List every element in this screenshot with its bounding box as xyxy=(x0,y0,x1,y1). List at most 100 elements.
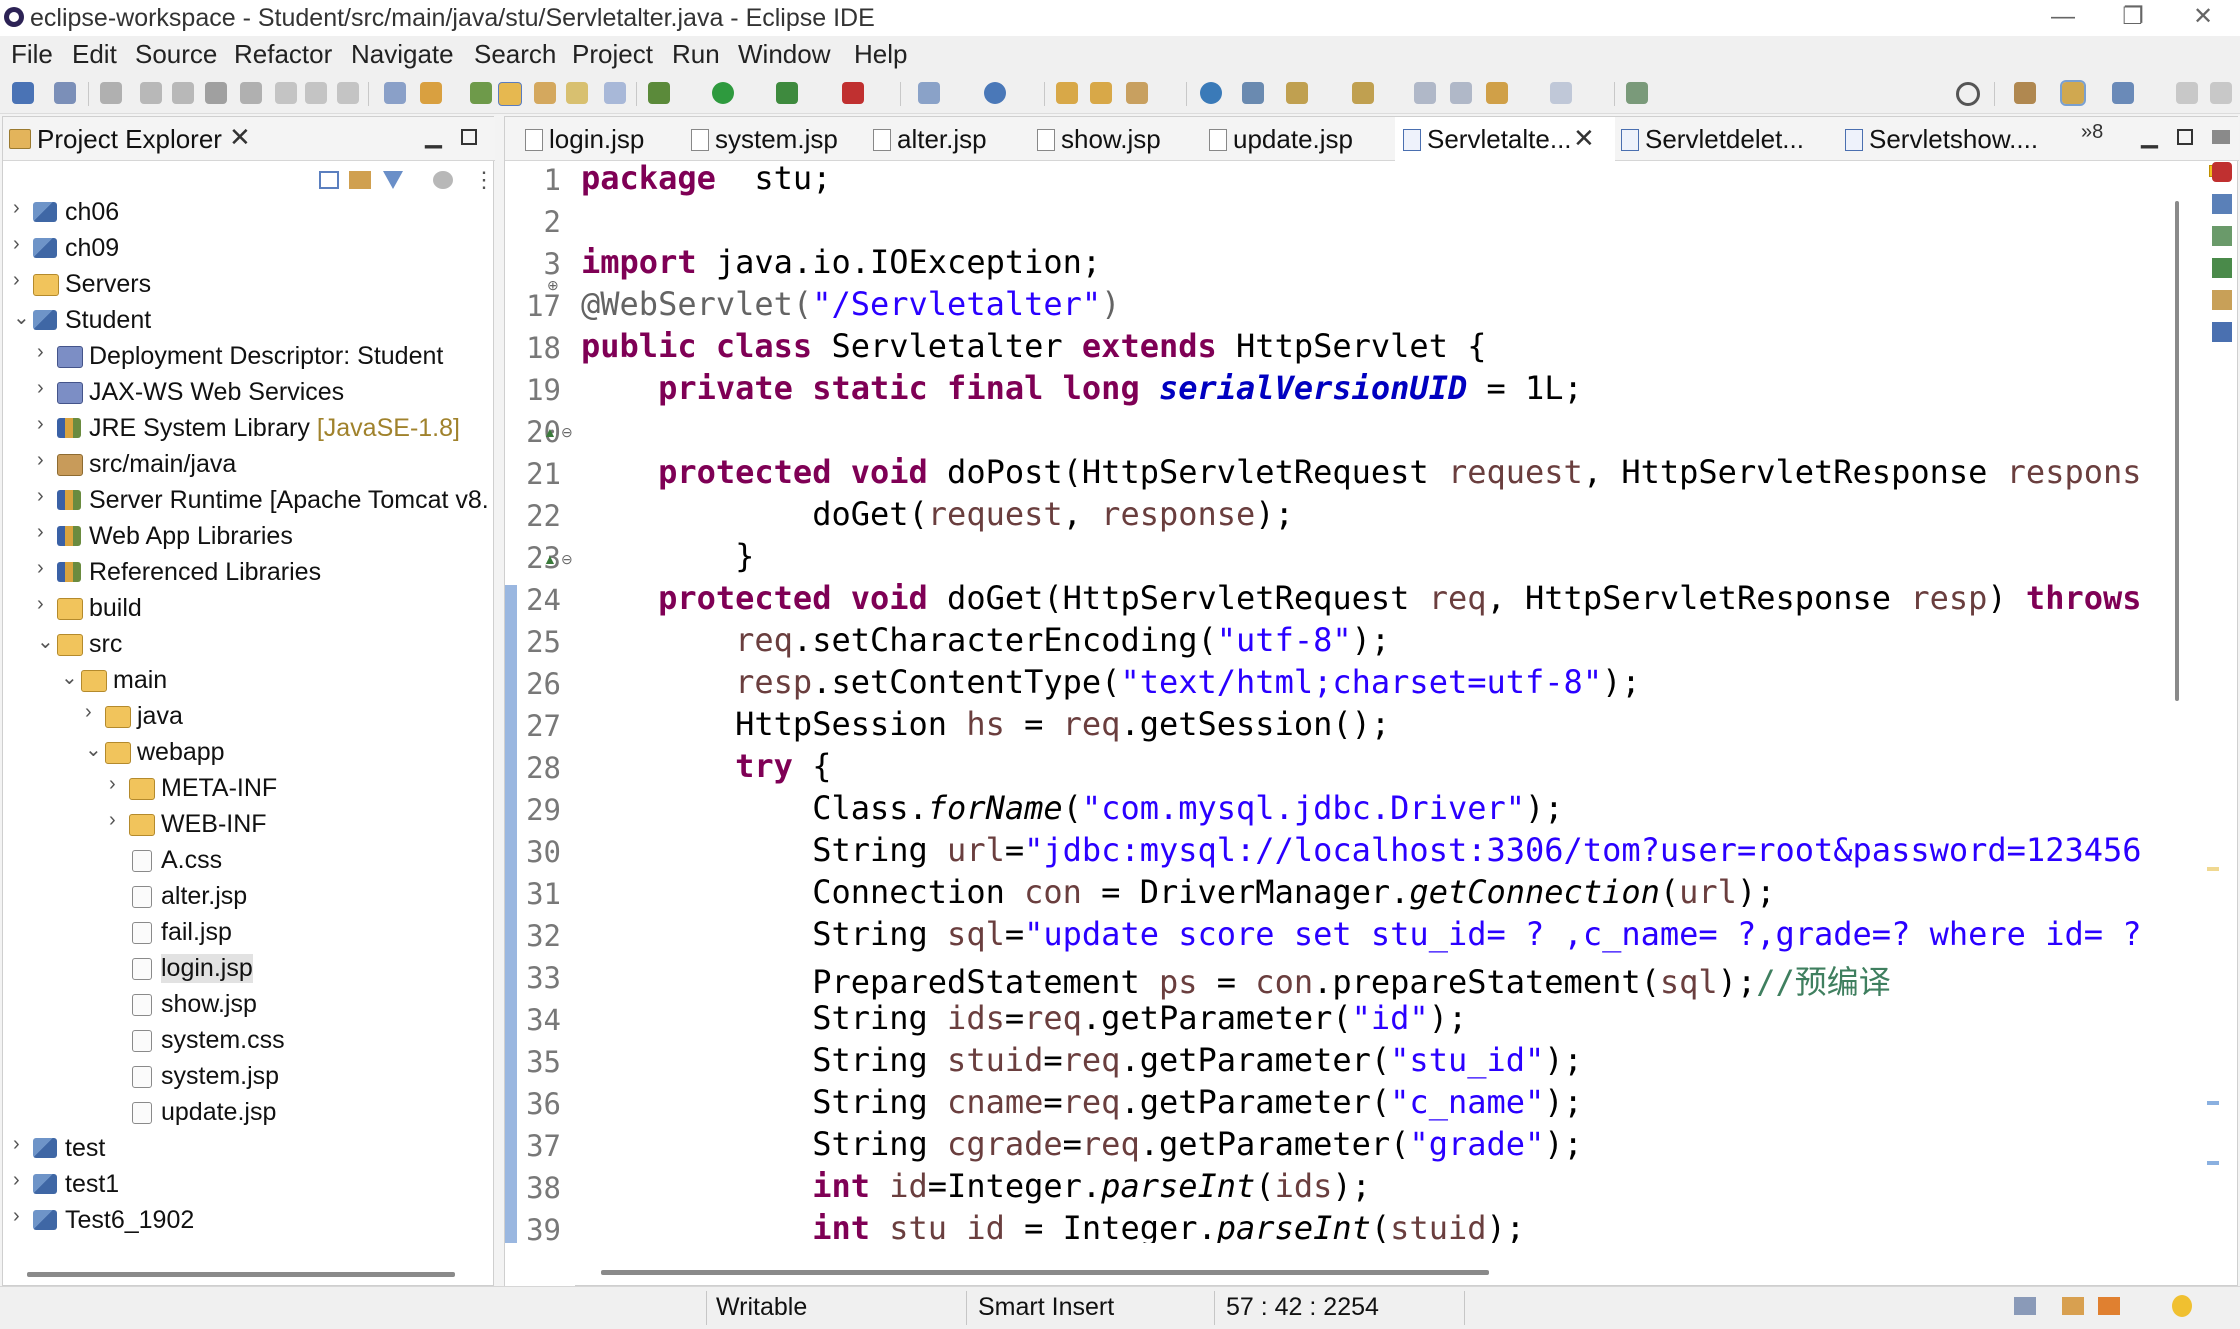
chevron-right-icon[interactable]: › xyxy=(109,773,127,796)
step-return-icon[interactable] xyxy=(337,82,359,104)
prev-annotation-icon[interactable] xyxy=(1352,82,1374,104)
progress-icon[interactable] xyxy=(2014,1297,2036,1315)
step-over-icon[interactable] xyxy=(305,82,327,104)
code-line[interactable]: Connection con = DriverManager.getConnec… xyxy=(581,873,1775,911)
fold-icon[interactable]: ⊖ xyxy=(561,424,573,441)
code-line[interactable]: package stu; xyxy=(581,161,831,197)
back-icon[interactable] xyxy=(1486,82,1508,104)
code-line[interactable]: String cgrade=req.getParameter("grade"); xyxy=(581,1125,1583,1163)
code-line[interactable]: doGet(request, response); xyxy=(581,495,1294,533)
tab-servletdelete-java[interactable]: Servletdelet... xyxy=(1621,117,1831,161)
explorer-scrollbar[interactable] xyxy=(27,1272,455,1277)
tab-system-jsp[interactable]: system.jsp xyxy=(691,117,857,161)
code-line[interactable]: PreparedStatement ps = con.prepareStatem… xyxy=(581,957,1891,1003)
code-line[interactable]: resp.setContentType("text/html;charset=u… xyxy=(581,663,1640,701)
resume-icon[interactable] xyxy=(140,82,162,104)
task-view-icon[interactable] xyxy=(2212,226,2232,246)
step-into-icon[interactable] xyxy=(275,82,297,104)
code-line[interactable]: String stuid=req.getParameter("stu_id"); xyxy=(581,1041,1583,1079)
fold-icon[interactable]: ⊕ xyxy=(547,277,559,294)
close-icon[interactable]: ✕ xyxy=(229,122,251,153)
menu-run[interactable]: Run xyxy=(672,39,720,70)
chevron-right-icon[interactable]: › xyxy=(37,557,55,580)
tab-login-jsp[interactable]: login.jsp xyxy=(525,117,675,161)
search-tool-icon[interactable] xyxy=(1126,82,1148,104)
chevron-right-icon[interactable]: › xyxy=(13,233,31,256)
fold-icon[interactable]: ⊖ xyxy=(561,551,573,568)
new-icon[interactable] xyxy=(12,82,34,104)
new-server-icon[interactable] xyxy=(918,82,940,104)
last-edit-icon[interactable] xyxy=(1414,82,1436,104)
editor-vertical-scrollbar[interactable] xyxy=(2169,161,2185,1243)
editor-horizontal-scrollbar[interactable] xyxy=(601,1270,1489,1275)
code-line[interactable]: String sql="update score set stu_id= ? ,… xyxy=(581,915,2141,953)
menu-navigate[interactable]: Navigate xyxy=(351,39,454,70)
lightbulb-icon[interactable] xyxy=(2172,1295,2192,1317)
new-class-icon[interactable] xyxy=(984,82,1006,104)
pilcrow-icon[interactable] xyxy=(604,82,626,104)
search-icon[interactable] xyxy=(1956,82,1980,106)
save-icon[interactable] xyxy=(54,82,76,104)
collapse-all-icon[interactable] xyxy=(319,171,339,189)
next-annotation-icon[interactable] xyxy=(1286,82,1308,104)
code-line[interactable]: int id=Integer.parseInt(ids); xyxy=(581,1167,1371,1205)
filter-icon[interactable] xyxy=(383,171,403,189)
code-line[interactable]: HttpSession hs = req.getSession(); xyxy=(581,705,1390,743)
tab-update-jsp[interactable]: update.jsp xyxy=(1209,117,1369,161)
suspend-icon[interactable] xyxy=(172,82,194,104)
notifications-icon[interactable] xyxy=(2062,1297,2084,1315)
tips-icon[interactable] xyxy=(2098,1297,2120,1315)
code-line[interactable]: String cname=req.getParameter("c_name"); xyxy=(581,1083,1583,1121)
tab-alter-jsp[interactable]: alter.jsp xyxy=(873,117,1023,161)
code-line[interactable]: protected void doPost(HttpServletRequest… xyxy=(581,453,2141,491)
chevron-right-icon[interactable]: › xyxy=(37,521,55,544)
chevron-right-icon[interactable]: › xyxy=(109,809,127,832)
code-line[interactable]: req.setCharacterEncoding("utf-8"); xyxy=(581,621,1390,659)
tab-show-jsp[interactable]: show.jsp xyxy=(1037,117,1187,161)
console-view-icon[interactable] xyxy=(2212,258,2232,278)
code-line[interactable]: try { xyxy=(581,747,831,785)
open-perspective-icon[interactable] xyxy=(1626,82,1648,104)
chevron-right-icon[interactable]: › xyxy=(37,593,55,616)
toggle-icon[interactable] xyxy=(534,82,556,104)
occurrence-marker[interactable] xyxy=(2207,1161,2219,1165)
minimize-button[interactable]: — xyxy=(2028,0,2098,36)
highlight-icon[interactable] xyxy=(498,82,522,106)
code-line[interactable]: import java.io.IOException; xyxy=(581,243,1101,281)
maximize-view-icon[interactable] xyxy=(2210,82,2232,104)
forward-icon[interactable] xyxy=(1550,82,1572,104)
tab-overflow-button[interactable]: »8 xyxy=(2081,121,2103,144)
menu-search[interactable]: Search xyxy=(474,39,556,70)
outline-view-icon[interactable] xyxy=(2212,194,2232,214)
more-options-icon[interactable]: ⋮ xyxy=(473,167,495,193)
javadoc-view-icon[interactable] xyxy=(2212,322,2232,342)
menu-source[interactable]: Source xyxy=(135,39,217,70)
link-editor-icon[interactable] xyxy=(349,171,371,189)
chevron-down-icon[interactable]: ⌄ xyxy=(37,629,55,654)
block-icon[interactable] xyxy=(566,82,588,104)
chevron-right-icon[interactable]: › xyxy=(85,701,103,724)
run-icon[interactable] xyxy=(712,82,734,104)
chevron-right-icon[interactable]: › xyxy=(37,341,55,364)
occurrence-marker[interactable] xyxy=(2207,867,2219,871)
open-type-icon[interactable] xyxy=(1056,82,1078,104)
restore-view-icon[interactable] xyxy=(2212,130,2230,144)
coverage-icon[interactable] xyxy=(776,82,798,104)
chevron-right-icon[interactable]: › xyxy=(13,1133,31,1156)
minimize-view-icon[interactable] xyxy=(2176,82,2198,104)
chevron-down-icon[interactable]: ⌄ xyxy=(85,737,103,762)
code-line[interactable]: String ids=req.getParameter("id"); xyxy=(581,999,1467,1037)
maximize-icon[interactable] xyxy=(2177,129,2193,145)
chevron-down-icon[interactable]: ⌄ xyxy=(13,305,31,330)
restore-button[interactable]: ❐ xyxy=(2098,0,2168,36)
perspective-icon[interactable] xyxy=(2014,82,2036,104)
code-line[interactable]: @WebServlet("/Servletalter") xyxy=(581,285,1120,323)
close-button[interactable]: ✕ xyxy=(2168,0,2238,36)
code-area[interactable]: package stu; import java.io.IOException; @… xyxy=(577,161,2197,1243)
tab-servletalter-java[interactable]: Servletalte... ✕ xyxy=(1395,117,1615,161)
open-task-icon[interactable] xyxy=(1090,82,1112,104)
chevron-right-icon[interactable]: › xyxy=(13,1205,31,1228)
menu-file[interactable]: File xyxy=(11,39,53,70)
chevron-right-icon[interactable]: › xyxy=(37,413,55,436)
terminate-icon[interactable] xyxy=(205,82,227,104)
